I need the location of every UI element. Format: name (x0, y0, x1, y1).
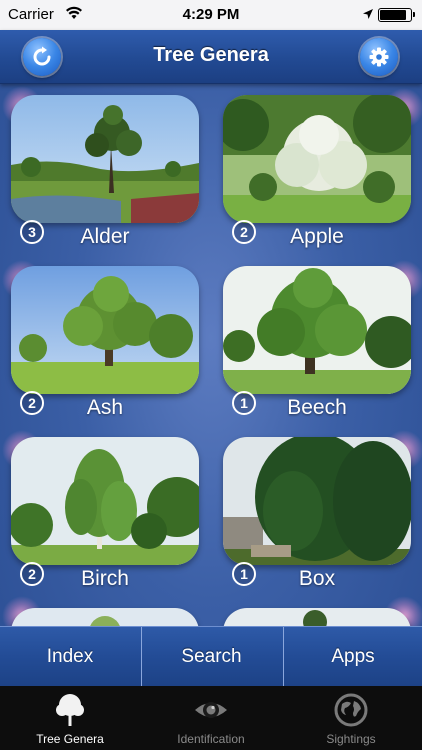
genus-label: Box (298, 567, 336, 590)
birch-photo (11, 437, 199, 565)
alder-photo (11, 95, 199, 223)
tab-label: Sightings (326, 732, 376, 746)
index-button[interactable]: Index (0, 627, 140, 687)
globe-icon (334, 693, 368, 727)
eye-icon (195, 702, 227, 718)
genus-label: Alder (80, 225, 130, 248)
genera-grid: 3 Alder 2 Apple 2 Ash 1 Beech 2 Birch 1 … (0, 84, 422, 626)
genus-label: Beech (287, 396, 347, 419)
genus-tile-next-left[interactable] (11, 608, 199, 626)
beech-photo (223, 266, 411, 394)
tab-sightings[interactable]: Sightings (281, 686, 421, 750)
gear-icon (369, 47, 389, 67)
tree-photo (11, 608, 199, 626)
box-photo (223, 437, 411, 565)
tab-identification[interactable]: Identification (141, 686, 281, 750)
genus-tile-ash[interactable]: 2 Ash (11, 266, 199, 426)
genus-label: Apple (290, 225, 344, 248)
bottom-toolbar: Index Search Apps (0, 626, 422, 687)
genus-tile-box[interactable]: 1 Box (223, 437, 411, 597)
location-arrow-icon (363, 9, 373, 19)
genus-label: Ash (86, 396, 124, 419)
tree-photo (223, 608, 411, 626)
page-title: Tree Genera (153, 44, 269, 66)
genus-tile-beech[interactable]: 1 Beech (223, 266, 411, 426)
tab-label: Identification (177, 732, 245, 746)
status-bar: Carrier 4:29 PM (0, 0, 422, 30)
genus-tile-next-right[interactable] (223, 608, 411, 626)
tab-tree-genera[interactable]: Tree Genera (0, 686, 140, 750)
settings-button[interactable] (360, 38, 398, 76)
apple-photo (223, 95, 411, 223)
genus-tile-apple[interactable]: 2 Apple (223, 95, 411, 255)
genus-label: Birch (81, 567, 129, 590)
nav-bar: Tree Genera (0, 30, 422, 84)
apps-button[interactable]: Apps (283, 627, 422, 687)
ash-photo (11, 266, 199, 394)
battery-icon (378, 8, 415, 22)
tab-bar: Tree Genera Identification Sightings (0, 686, 422, 750)
app-screen: Carrier 4:29 PM Tree Genera 3 Alder 2 Ap… (0, 0, 422, 750)
tab-label: Tree Genera (36, 732, 104, 746)
genus-tile-alder[interactable]: 3 Alder (11, 95, 199, 255)
status-time: 4:29 PM (182, 6, 240, 23)
search-button[interactable]: Search (141, 627, 281, 687)
genus-tile-birch[interactable]: 2 Birch (11, 437, 199, 597)
tree-icon (56, 694, 84, 726)
